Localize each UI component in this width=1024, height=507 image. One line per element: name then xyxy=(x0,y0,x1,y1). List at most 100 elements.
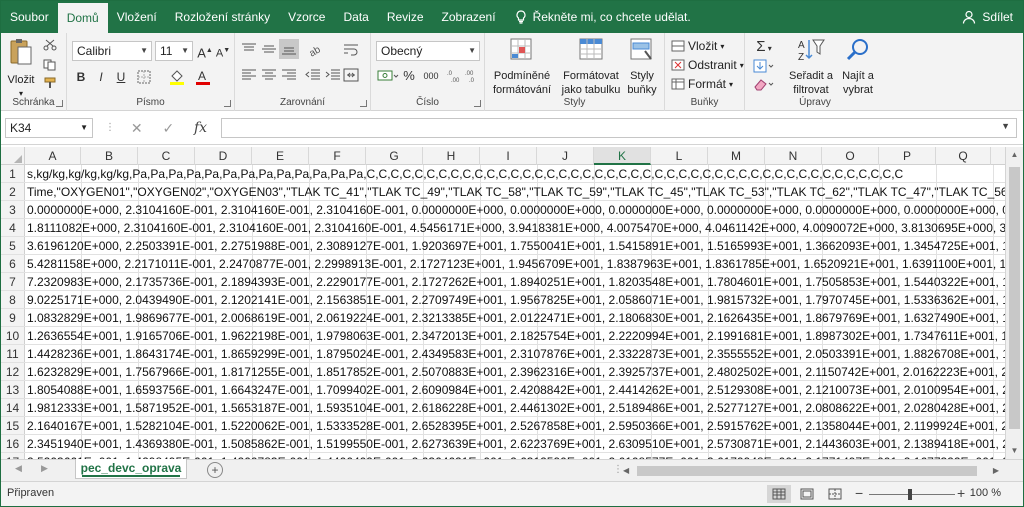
cell-a6[interactable]: 5.4281158E+000, 2.2171011E-001, 2.247087… xyxy=(25,255,1005,273)
cell-a13[interactable]: 1.8054088E+001, 1.6593756E-001, 1.664324… xyxy=(25,381,1005,399)
row-header[interactable]: 9 xyxy=(1,309,25,326)
column-header-q[interactable]: Q xyxy=(936,147,991,165)
expand-formula-icon[interactable]: ▼ xyxy=(1001,121,1010,131)
zoom-in-icon[interactable]: + xyxy=(957,485,965,501)
tab-data[interactable]: Data xyxy=(334,1,377,33)
underline-button[interactable]: U xyxy=(113,67,129,87)
font-color-icon[interactable]: A xyxy=(195,69,213,85)
align-top-icon[interactable] xyxy=(241,43,257,55)
cell-a11[interactable]: 1.4428236E+001, 1.8643174E-001, 1.865929… xyxy=(25,345,1005,363)
vertical-scrollbar[interactable]: ▲ ▼ xyxy=(1005,147,1023,459)
share-button[interactable]: Sdílet xyxy=(962,1,1013,33)
column-header-b[interactable]: B xyxy=(81,147,138,165)
cell-a1[interactable]: s,kg/kg,kg/kg,kg/kg,Pa,Pa,Pa,Pa,Pa,Pa,Pa… xyxy=(25,165,1005,183)
align-left-icon[interactable] xyxy=(241,69,257,81)
currency-icon[interactable] xyxy=(377,69,399,83)
tab-zobrazeni[interactable]: Zobrazení xyxy=(433,1,505,33)
cell-a4[interactable]: 1.8111082E+000, 2.3104160E-001, 2.310416… xyxy=(25,219,1005,237)
prev-sheet-icon[interactable]: ◀ xyxy=(15,463,22,474)
increase-indent-icon[interactable] xyxy=(325,69,341,81)
number-launcher-icon[interactable] xyxy=(474,100,481,107)
cell-a5[interactable]: 3.6196120E+000, 2.2503391E-001, 2.275198… xyxy=(25,237,1005,255)
zoom-level[interactable]: 100 % xyxy=(970,487,1001,499)
cell-a15[interactable]: 2.1640167E+001, 1.5282104E-001, 1.522006… xyxy=(25,417,1005,435)
cell-a7[interactable]: 7.2320983E+000, 2.1735736E-001, 2.189439… xyxy=(25,273,1005,291)
scroll-up-icon[interactable]: ▲ xyxy=(1006,147,1023,163)
column-header-j[interactable]: J xyxy=(537,147,594,165)
number-format-combo[interactable]: Obecný ▼ xyxy=(376,41,480,61)
decrease-indent-icon[interactable] xyxy=(305,69,321,81)
horizontal-scroll-thumb[interactable] xyxy=(637,466,977,476)
tab-revize[interactable]: Revize xyxy=(378,1,433,33)
conditional-formatting-button[interactable]: Podmíněné formátování xyxy=(487,37,557,97)
row-header[interactable]: 1 xyxy=(1,165,25,182)
cancel-icon[interactable]: ✕ xyxy=(131,120,143,137)
row-header[interactable]: 7 xyxy=(1,273,25,290)
select-all-button[interactable] xyxy=(1,147,25,165)
align-center-icon[interactable] xyxy=(261,69,277,81)
row-header[interactable]: 3 xyxy=(1,201,25,218)
thousands-button[interactable]: 000 xyxy=(419,66,443,86)
bold-button[interactable]: B xyxy=(73,67,89,87)
vertical-scroll-thumb[interactable] xyxy=(1009,167,1020,429)
align-middle-icon[interactable] xyxy=(261,43,277,55)
cell-a2[interactable]: Time,"OXYGEN01","OXYGEN02","OXYGEN03","T… xyxy=(25,183,1005,201)
shrink-font-icon[interactable]: A▼ xyxy=(215,41,231,61)
row-header[interactable]: 16 xyxy=(1,435,25,452)
add-sheet-icon[interactable]: + xyxy=(207,462,223,478)
normal-view-button[interactable] xyxy=(767,485,791,503)
sort-filter-button[interactable]: AZ Seřadit a filtrovat xyxy=(787,37,835,97)
align-right-icon[interactable] xyxy=(281,69,297,81)
grow-font-icon[interactable]: A▲ xyxy=(197,41,213,61)
merge-center-icon[interactable] xyxy=(343,68,361,82)
cell-a9[interactable]: 1.0832829E+001, 1.9869677E-001, 2.006861… xyxy=(25,309,1005,327)
format-painter-icon[interactable] xyxy=(43,77,57,89)
tab-soubor[interactable]: Soubor xyxy=(1,1,58,33)
percent-button[interactable]: % xyxy=(401,66,417,86)
formula-input[interactable]: ▼ xyxy=(221,118,1017,138)
fill-icon[interactable] xyxy=(753,59,775,73)
column-header-k[interactable]: K xyxy=(594,147,651,165)
column-header-g[interactable]: G xyxy=(366,147,423,165)
fill-color-icon[interactable] xyxy=(169,69,187,85)
row-header[interactable]: 14 xyxy=(1,399,25,416)
cell-styles-button[interactable]: Styly buňky xyxy=(623,37,661,97)
borders-icon[interactable] xyxy=(137,70,153,84)
tab-split-handle-icon[interactable]: ⋮ xyxy=(613,464,623,475)
row-header[interactable]: 10 xyxy=(1,327,25,344)
format-cells-button[interactable]: Formát ▾ xyxy=(671,75,733,93)
zoom-knob[interactable] xyxy=(908,489,912,500)
font-launcher-icon[interactable] xyxy=(224,100,231,107)
decrease-decimal-icon[interactable]: .00.0 xyxy=(465,69,481,83)
worksheet-grid[interactable]: ABCDEFGHIJKLMNOPQ 1 s,kg/kg,kg/kg,kg/kg,P… xyxy=(1,147,1005,459)
clear-icon[interactable] xyxy=(753,77,775,91)
column-header-e[interactable]: E xyxy=(252,147,309,165)
row-header[interactable]: 5 xyxy=(1,237,25,254)
name-box[interactable]: K34 ▼ xyxy=(5,118,93,138)
row-header[interactable]: 12 xyxy=(1,363,25,380)
zoom-out-icon[interactable]: − xyxy=(855,485,863,501)
format-as-table-button[interactable]: Formátovat jako tabulku xyxy=(559,37,623,97)
next-sheet-icon[interactable]: ▶ xyxy=(41,463,48,474)
align-bottom-icon[interactable] xyxy=(281,43,297,55)
increase-decimal-icon[interactable]: .0.00 xyxy=(447,69,463,83)
copy-icon[interactable] xyxy=(43,59,57,71)
find-select-button[interactable]: Najít a vybrat xyxy=(835,37,881,97)
row-header[interactable]: 13 xyxy=(1,381,25,398)
cell-a14[interactable]: 1.9812333E+001, 1.5871952E-001, 1.565318… xyxy=(25,399,1005,417)
resize-dots-icon[interactable]: ⋮ xyxy=(105,122,115,133)
row-header[interactable]: 8 xyxy=(1,291,25,308)
cell-a8[interactable]: 9.0225171E+000, 2.0439490E-001, 2.120214… xyxy=(25,291,1005,309)
font-name-combo[interactable]: Calibri ▼ xyxy=(72,41,152,61)
zoom-slider[interactable]: − + xyxy=(855,485,965,501)
orientation-icon[interactable]: ab xyxy=(307,41,325,57)
wrap-text-icon[interactable] xyxy=(343,43,359,57)
cell-a16[interactable]: 2.3451940E+001, 1.4369380E-001, 1.508586… xyxy=(25,435,1005,453)
column-header-p[interactable]: P xyxy=(879,147,936,165)
cell-a10[interactable]: 1.2636554E+001, 1.9165706E-001, 1.962219… xyxy=(25,327,1005,345)
enter-icon[interactable]: ✓ xyxy=(162,120,174,137)
row-header[interactable]: 6 xyxy=(1,255,25,272)
cell-a12[interactable]: 1.6232829E+001, 1.7567966E-001, 1.817125… xyxy=(25,363,1005,381)
tab-domu[interactable]: Domů xyxy=(57,3,108,33)
row-header[interactable]: 15 xyxy=(1,417,25,434)
